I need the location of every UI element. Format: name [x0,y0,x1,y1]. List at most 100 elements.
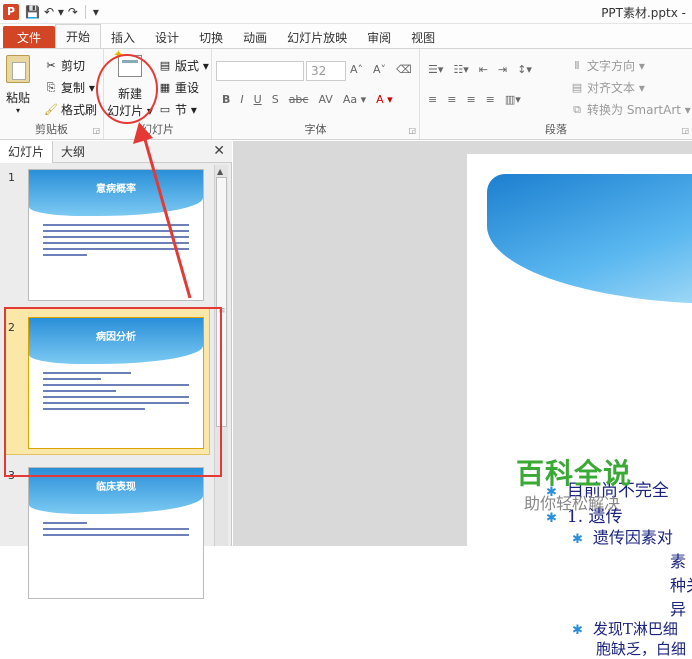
font-size-input[interactable]: 32 [306,61,346,81]
scroll-up-icon[interactable]: ▲ [217,167,223,176]
copy-button[interactable]: ⎘ 复制 ▾ [44,79,95,96]
columns-icon[interactable]: ▥▾ [505,93,521,106]
thumbnail-title: 意病概率 [96,184,136,195]
text-direction-button[interactable]: Ⅱ 文字方向 ▾ [570,57,645,74]
bold-button[interactable]: B [222,93,230,106]
decrease-indent-icon[interactable]: ⇤ [479,63,488,76]
font-format-row: B I U S abc AV Aa ▾ A ▾ [222,93,393,106]
tab-slides[interactable]: 幻灯片 [0,140,54,163]
slide-number: 1 [8,171,15,184]
align-left-icon[interactable]: ≡ [428,93,437,106]
tab-review[interactable]: 审阅 [357,26,401,48]
line-spacing-icon[interactable]: ↕▾ [517,63,532,76]
group-label-font: 字体 [304,123,327,136]
reset-button[interactable]: ▦ 重设 [158,79,199,96]
smartart-button[interactable]: ⧉ 转换为 SmartArt ▾ [570,101,691,118]
group-label-clipboard: 剪贴板 [35,123,68,136]
align-right-icon[interactable]: ≡ [466,93,475,106]
group-label-slides: 幻灯片 [141,123,174,136]
quick-access-toolbar: 💾 ↶ ▾ ↷ ▾ [25,4,99,19]
format-painter-button[interactable]: 🖌 格式刷 [44,101,97,118]
tab-slideshow[interactable]: 幻灯片放映 [277,26,357,48]
align-center-icon[interactable]: ≡ [447,93,456,106]
smartart-icon: ⧉ [573,102,581,116]
underline-button[interactable]: U [254,93,262,106]
text-direction-icon: Ⅱ [574,58,580,72]
list-controls: ☰▾ ☷▾ ⇤ ⇥ ↕▾ [428,63,532,76]
bullet-fragment: 异 [670,600,687,619]
bullet-fragment: 种关 [670,576,692,595]
redo-icon[interactable]: ↷ [68,5,78,19]
window-title: PPT素材.pptx - [601,6,686,20]
paragraph-group: ☰▾ ☷▾ ⇤ ⇥ ↕▾ ≡ ≡ ≡ ≡ ▥▾ Ⅱ 文字方向 ▾ ▤ 对齐文本 … [420,49,692,139]
thumbnail-text [43,224,189,260]
clipboard-group: 粘贴 ▾ ✂ 剪切 ⎘ 复制 ▾ 🖌 格式刷 剪贴板 ◲ [0,49,104,139]
star-bullet-icon: ✱ [572,532,583,547]
shrink-font-button[interactable]: A˅ [373,63,386,76]
section-icon: ▭ [159,102,171,116]
cut-button[interactable]: ✂ 剪切 [44,57,85,74]
strikethrough-button[interactable]: abc [289,93,309,106]
customize-toolbar-icon[interactable]: ▾ [93,5,99,19]
dialog-launcher-icon[interactable]: ◲ [92,126,100,135]
tab-view[interactable]: 视图 [401,26,445,48]
tab-outline[interactable]: 大纲 [53,141,93,163]
bullet-item: ✱ 遗传因素对 [572,528,673,547]
slide-thumbnail[interactable]: 临床表现 [28,467,204,599]
thumbnail-title: 临床表现 [96,482,136,493]
bullet-fragment: 素 [670,552,687,571]
title-bar: P 💾 ↶ ▾ ↷ ▾ PPT素材.pptx - [0,0,692,24]
chevron-down-icon: ▾ [16,106,21,115]
tab-design[interactable]: 设计 [145,26,189,48]
numbering-icon[interactable]: ☷▾ [453,63,468,76]
scissors-icon: ✂ [46,58,56,72]
powerpoint-icon[interactable]: P [3,3,19,20]
align-text-icon: ▤ [571,80,583,94]
tab-home[interactable]: 开始 [55,24,102,48]
dialog-launcher-icon[interactable]: ◲ [408,126,416,135]
dialog-launcher-icon[interactable]: ◲ [681,126,689,135]
italic-button[interactable]: I [240,93,243,106]
bullet-fragment: 胞缺乏，白细 [596,640,687,658]
align-controls: ≡ ≡ ≡ ≡ ▥▾ [428,93,521,106]
slide-header-graphic [487,174,692,304]
annotation-rectangle [4,307,222,477]
bullet-item: ✱ 发现T淋巴细 [572,620,678,638]
tab-insert[interactable]: 插入 [101,26,145,48]
save-icon[interactable]: 💾 [25,5,40,19]
font-size-controls: A˄ A˅ ⌫ [350,63,412,76]
close-icon[interactable]: ✕ [213,143,225,159]
paste-button[interactable]: 粘贴 ▾ [6,55,30,115]
slide-thumbnail[interactable]: 意病概率 [28,169,204,301]
layout-icon: ▤ [159,58,171,72]
tab-animations[interactable]: 动画 [233,26,277,48]
justify-icon[interactable]: ≡ [486,93,495,106]
tab-transitions[interactable]: 切换 [189,26,233,48]
star-bullet-icon: ✱ [572,623,583,638]
section-button[interactable]: ▭ 节 ▾ [158,101,197,118]
align-text-button[interactable]: ▤ 对齐文本 ▾ [570,79,645,96]
undo-icon[interactable]: ↶ ▾ [44,5,64,19]
change-case-button[interactable]: Aa ▾ [343,93,366,106]
watermark-subtitle: 助你轻松解决 [524,494,621,513]
annotation-circle [96,54,158,124]
reset-icon: ▦ [159,80,171,94]
pane-tabs: 幻灯片 大纲 [0,140,232,163]
copy-icon: ⎘ [46,80,56,94]
font-name-input[interactable] [216,61,304,81]
grow-font-button[interactable]: A˄ [350,63,363,76]
thumbnail-text [43,522,189,540]
shadow-button[interactable]: S [272,93,279,106]
ribbon-tabs: 文件 开始 插入 设计 切换 动画 幻灯片放映 审阅 视图 [0,24,692,48]
layout-button[interactable]: ▤ 版式 ▾ [158,57,209,74]
clear-format-icon[interactable]: ⌫ [396,63,412,76]
brush-icon: 🖌 [44,102,58,116]
toolbar-separator [84,4,86,19]
font-color-button[interactable]: A ▾ [376,93,393,106]
paste-icon [6,55,30,83]
tab-file[interactable]: 文件 [3,26,56,48]
increase-indent-icon[interactable]: ⇥ [498,63,507,76]
bullets-icon[interactable]: ☰▾ [428,63,443,76]
watermark-title: 百科全说 [516,457,633,490]
char-spacing-button[interactable]: AV [318,93,332,106]
